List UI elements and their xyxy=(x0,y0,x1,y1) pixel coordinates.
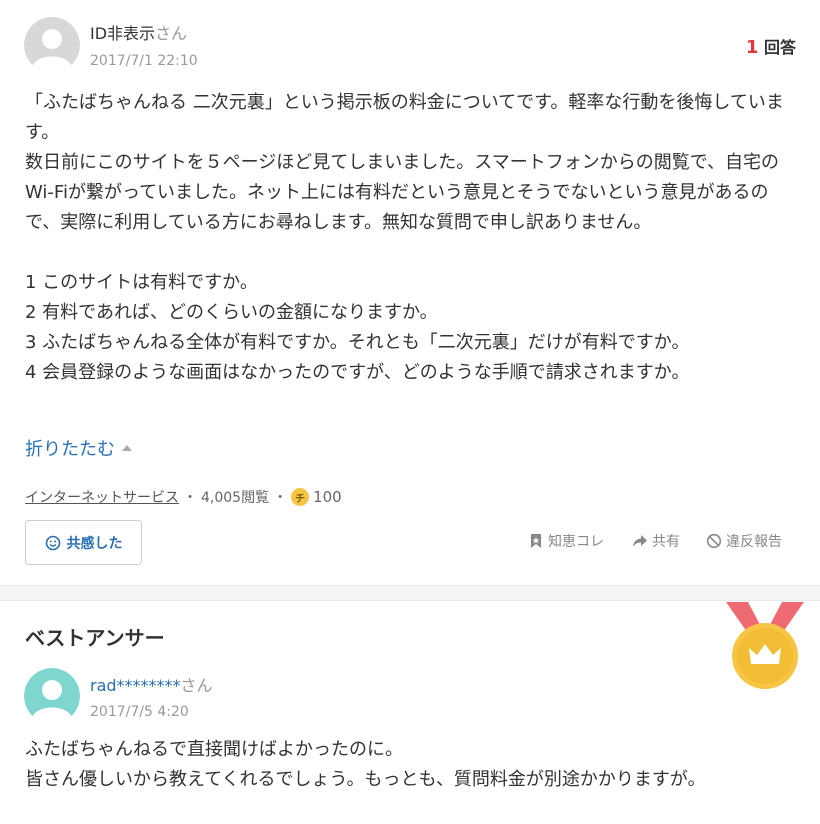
question-meta: インターネットサービス ・ 4,005閲覧 ・ チ 100 xyxy=(25,487,342,507)
share-icon xyxy=(633,535,647,547)
share-action[interactable]: 共有 xyxy=(632,531,680,551)
answer-count-label: 回答 xyxy=(763,38,796,57)
answer-date: 2017/7/5 4:20 xyxy=(90,704,189,720)
collapse-toggle[interactable]: 折りたたむ xyxy=(25,435,133,461)
question-username[interactable]: ID非表示さん xyxy=(90,20,187,44)
bookmark-label: 知恵コレ xyxy=(548,534,604,550)
coin-amount: 100 xyxy=(313,488,342,506)
question-body: 「ふたばちゃんねる 二次元裏」という掲示板の料金についてです。軽率な行動を後悔し… xyxy=(25,92,784,383)
answer-avatar[interactable] xyxy=(24,668,80,724)
avatar-icon xyxy=(24,17,80,73)
avatar-icon xyxy=(24,668,80,724)
answer-body: ふたばちゃんねるで直接聞けばよかったのに。 皆さん優しいから教えてくれるでしょう… xyxy=(25,739,706,790)
collapse-label: 折りたたむ xyxy=(25,439,115,460)
chevron-up-icon xyxy=(122,445,132,451)
question-date: 2017/7/1 22:10 xyxy=(90,53,198,69)
report-label: 違反報告 xyxy=(726,534,782,550)
meta-separator: ・ xyxy=(273,490,288,506)
question-avatar[interactable] xyxy=(24,17,80,73)
report-icon xyxy=(706,533,722,549)
empathy-button[interactable]: 共感した xyxy=(25,520,142,565)
question-username-suffix: さん xyxy=(155,24,188,43)
answer-username-text: rad******** xyxy=(90,676,181,695)
smiley-icon xyxy=(45,535,60,550)
coin-icon: チ xyxy=(291,488,310,506)
answer-username-suffix: さん xyxy=(180,676,213,695)
bookmark-icon xyxy=(531,534,541,548)
view-count: 4,005閲覧 xyxy=(201,490,270,506)
medal-icon xyxy=(726,602,804,689)
answer-username[interactable]: rad********さん xyxy=(90,672,213,696)
report-action[interactable]: 違反報告 xyxy=(706,531,782,551)
answer-count-number: 1 xyxy=(745,37,759,58)
empathy-button-label: 共感した xyxy=(66,535,123,552)
meta-separator: ・ xyxy=(183,490,197,506)
share-label: 共有 xyxy=(652,534,680,550)
best-answer-heading: ベストアンサー xyxy=(25,626,165,650)
category-link[interactable]: インターネットサービス xyxy=(25,487,179,507)
section-divider xyxy=(0,585,820,601)
bookmark-action[interactable]: 知恵コレ xyxy=(528,531,604,551)
answer-count[interactable]: 1 回答 xyxy=(746,34,796,58)
question-username-text: ID非表示 xyxy=(90,24,156,43)
